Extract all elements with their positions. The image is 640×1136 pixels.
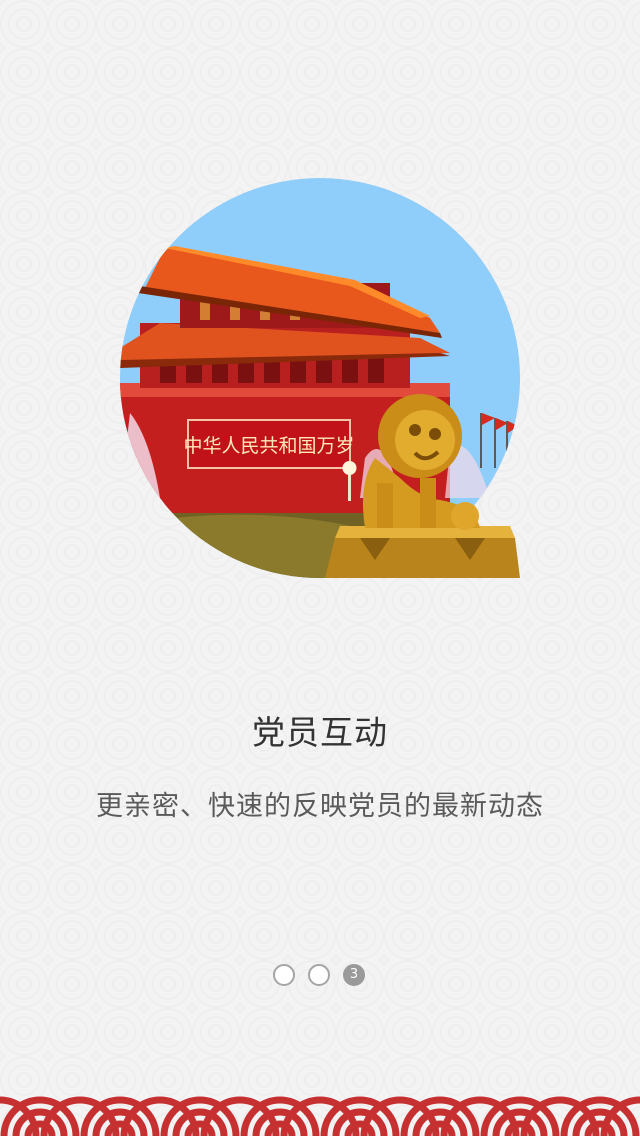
page-dot-2[interactable] [308, 964, 330, 986]
slide-subtitle: 更亲密、快速的反映党员的最新动态 [96, 791, 544, 822]
tiananmen-banner-text: 中华人民共和国万岁 [183, 435, 354, 457]
page-indicator: 3 [272, 964, 372, 990]
bottom-wave-pattern [0, 1070, 640, 1136]
page-dot-1[interactable] [273, 964, 295, 986]
page-dot-3-active[interactable]: 3 [343, 964, 365, 986]
slide-title: 党员互动 [252, 713, 388, 752]
tiananmen-illustration: 中华人民共和国万岁 [120, 178, 520, 578]
onboarding-illustration: 中华人民共和国万岁 [120, 178, 520, 578]
